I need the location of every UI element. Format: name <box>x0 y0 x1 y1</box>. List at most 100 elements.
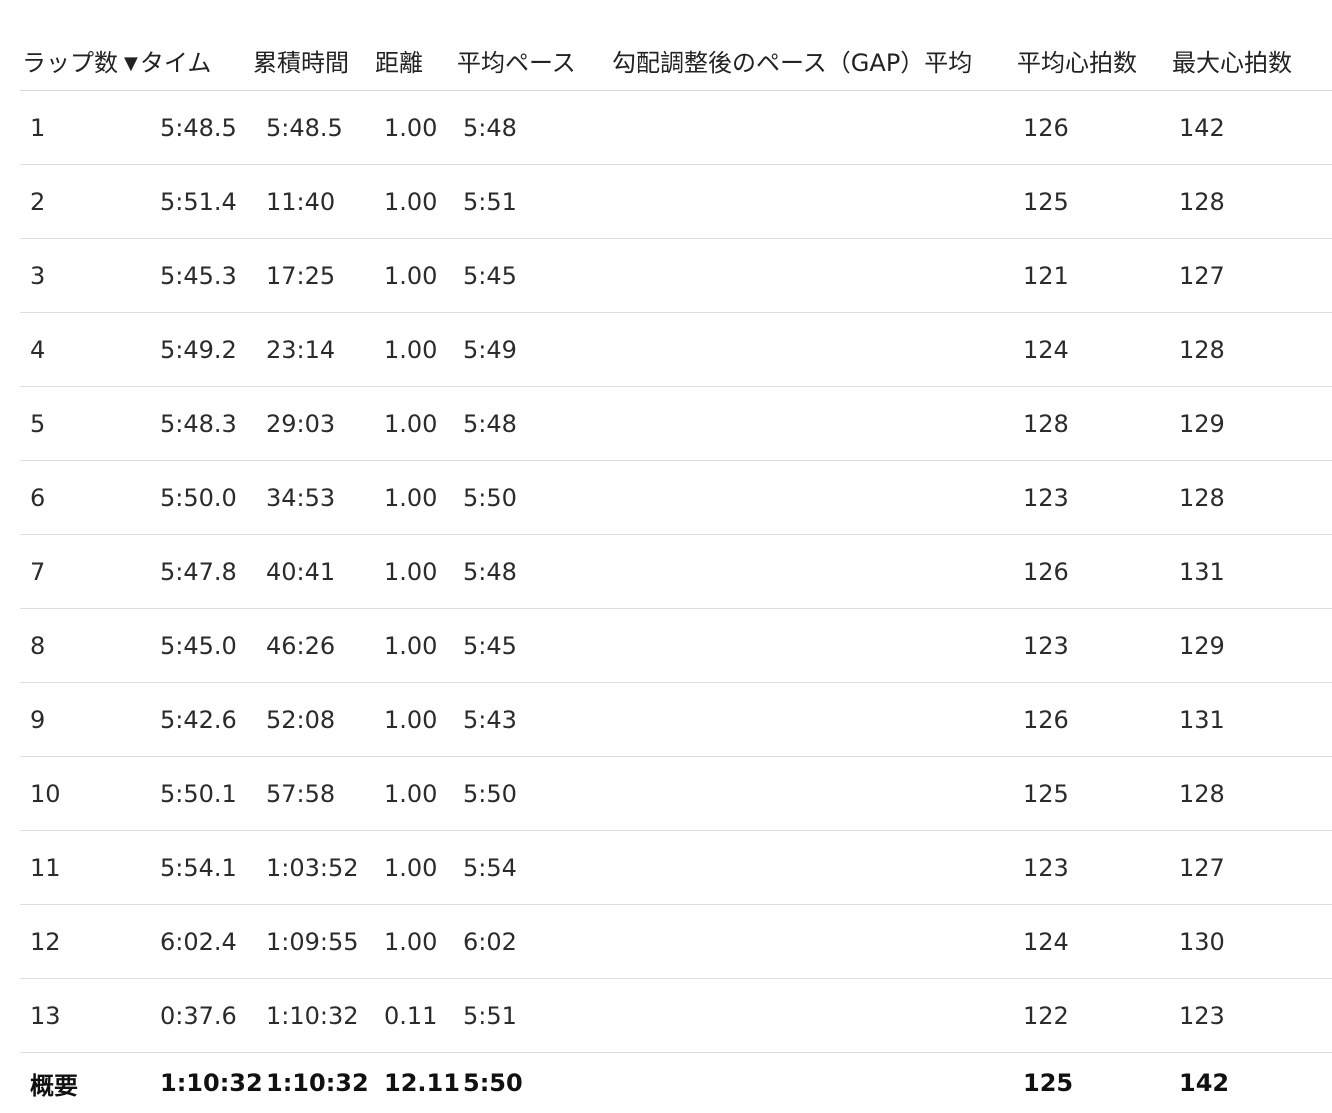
cell-cumulative: 1:09:55 <box>253 905 375 979</box>
cell-lap: 5 <box>20 387 148 461</box>
cell-cumulative: 23:14 <box>253 313 375 387</box>
column-header-avg-pace[interactable]: 平均ペース <box>457 30 612 91</box>
laps-table: ラップ数▼タイム 累積時間 距離 平均ペース 勾配調整後のペース（GAP）平均 … <box>20 30 1332 1113</box>
column-header-lap[interactable]: ラップ数 ▼タイム <box>20 30 253 91</box>
cell-cumulative: 40:41 <box>253 535 375 609</box>
column-header-time-label[interactable]: タイム <box>140 49 212 77</box>
cell-cumulative: 29:03 <box>253 387 375 461</box>
cell-lap: 10 <box>20 757 148 831</box>
summary-row: 概要 1:10:32 1:10:32 12.11 5:50 125 142 <box>20 1053 1332 1113</box>
cell-time: 6:02.4 <box>148 905 253 979</box>
laps-table-footer: 概要 1:10:32 1:10:32 12.11 5:50 125 142 <box>20 1053 1332 1113</box>
cell-lap: 1 <box>20 91 148 165</box>
table-row[interactable]: 105:50.157:581.005:50125128 <box>20 757 1332 831</box>
cell-gap-pace <box>612 757 1017 831</box>
cell-avg-hr: 126 <box>1017 535 1172 609</box>
table-row[interactable]: 25:51.411:401.005:51125128 <box>20 165 1332 239</box>
cell-lap: 7 <box>20 535 148 609</box>
cell-gap-pace <box>612 387 1017 461</box>
cell-cumulative: 46:26 <box>253 609 375 683</box>
cell-avg-hr: 126 <box>1017 683 1172 757</box>
cell-time: 5:51.4 <box>148 165 253 239</box>
cell-avg-hr: 125 <box>1017 165 1172 239</box>
table-row[interactable]: 65:50.034:531.005:50123128 <box>20 461 1332 535</box>
summary-avg-hr: 125 <box>1017 1053 1172 1113</box>
cell-lap: 3 <box>20 239 148 313</box>
table-row[interactable]: 15:48.55:48.51.005:48126142 <box>20 91 1332 165</box>
summary-avg-pace: 5:50 <box>457 1053 612 1113</box>
cell-avg-hr: 123 <box>1017 461 1172 535</box>
table-row[interactable]: 95:42.652:081.005:43126131 <box>20 683 1332 757</box>
summary-cumulative: 1:10:32 <box>253 1053 375 1113</box>
cell-time: 5:47.8 <box>148 535 253 609</box>
cell-max-hr: 128 <box>1172 757 1332 831</box>
table-row[interactable]: 115:54.11:03:521.005:54123127 <box>20 831 1332 905</box>
cell-cumulative: 5:48.5 <box>253 91 375 165</box>
cell-avg-hr: 123 <box>1017 609 1172 683</box>
column-header-gap-pace[interactable]: 勾配調整後のペース（GAP）平均 <box>612 30 1017 91</box>
column-header-cumulative[interactable]: 累積時間 <box>253 30 375 91</box>
cell-distance: 1.00 <box>375 461 457 535</box>
cell-avg-pace: 5:48 <box>457 535 612 609</box>
table-row[interactable]: 45:49.223:141.005:49124128 <box>20 313 1332 387</box>
cell-time: 5:45.3 <box>148 239 253 313</box>
cell-avg-pace: 5:54 <box>457 831 612 905</box>
table-row[interactable]: 126:02.41:09:551.006:02124130 <box>20 905 1332 979</box>
header-row: ラップ数▼タイム 累積時間 距離 平均ペース 勾配調整後のペース（GAP）平均 … <box>20 30 1332 91</box>
cell-avg-pace: 5:48 <box>457 387 612 461</box>
column-header-avg-hr[interactable]: 平均心拍数 <box>1017 30 1172 91</box>
cell-avg-pace: 5:50 <box>457 461 612 535</box>
cell-gap-pace <box>612 91 1017 165</box>
cell-time: 5:45.0 <box>148 609 253 683</box>
cell-avg-pace: 5:49 <box>457 313 612 387</box>
laps-table-body: 15:48.55:48.51.005:4812614225:51.411:401… <box>20 91 1332 1053</box>
cell-avg-hr: 123 <box>1017 831 1172 905</box>
cell-avg-hr: 128 <box>1017 387 1172 461</box>
cell-time: 5:48.5 <box>148 91 253 165</box>
cell-lap: 9 <box>20 683 148 757</box>
cell-lap: 6 <box>20 461 148 535</box>
cell-max-hr: 129 <box>1172 387 1332 461</box>
cell-max-hr: 128 <box>1172 313 1332 387</box>
cell-avg-pace: 5:51 <box>457 165 612 239</box>
cell-distance: 1.00 <box>375 387 457 461</box>
cell-max-hr: 128 <box>1172 165 1332 239</box>
table-row[interactable]: 35:45.317:251.005:45 121127 <box>20 239 1332 313</box>
cell-avg-pace: 5:50 <box>457 757 612 831</box>
cell-avg-hr: 122 <box>1017 979 1172 1053</box>
cell-gap-pace <box>612 979 1017 1053</box>
cell-gap-pace <box>612 461 1017 535</box>
table-row[interactable]: 55:48.329:031.005:48128129 <box>20 387 1332 461</box>
cell-time: 5:42.6 <box>148 683 253 757</box>
cell-avg-hr: 124 <box>1017 313 1172 387</box>
sort-desc-icon[interactable]: ▼ <box>124 53 138 74</box>
summary-gap-pace <box>612 1053 1017 1113</box>
cell-distance: 1.00 <box>375 91 457 165</box>
column-header-max-hr[interactable]: 最大心拍数 <box>1172 30 1332 91</box>
cell-avg-pace: 5:45 <box>457 239 612 313</box>
cell-avg-hr: 126 <box>1017 91 1172 165</box>
cell-cumulative: 1:10:32 <box>253 979 375 1053</box>
cell-max-hr: 128 <box>1172 461 1332 535</box>
table-row[interactable]: 130:37.61:10:320.115:51122123 <box>20 979 1332 1053</box>
cell-gap-pace <box>612 831 1017 905</box>
column-header-distance[interactable]: 距離 <box>375 30 457 91</box>
cell-avg-pace: 5:43 <box>457 683 612 757</box>
cell-avg-hr: 125 <box>1017 757 1172 831</box>
table-row[interactable]: 85:45.046:261.005:45123129 <box>20 609 1332 683</box>
cell-time: 0:37.6 <box>148 979 253 1053</box>
cell-max-hr: 131 <box>1172 683 1332 757</box>
cell-lap: 11 <box>20 831 148 905</box>
cell-max-hr: 127 <box>1172 239 1332 313</box>
cell-distance: 1.00 <box>375 239 457 313</box>
table-row[interactable]: 75:47.840:411.005:48126131 <box>20 535 1332 609</box>
cell-cumulative: 52:08 <box>253 683 375 757</box>
cell-time: 5:50.1 <box>148 757 253 831</box>
summary-max-hr: 142 <box>1172 1053 1332 1113</box>
cell-distance: 0.11 <box>375 979 457 1053</box>
cell-cumulative: 17:25 <box>253 239 375 313</box>
cell-distance: 1.00 <box>375 535 457 609</box>
column-header-lap-label: ラップ数 <box>22 49 118 77</box>
cell-avg-hr: 121 <box>1017 239 1172 313</box>
cell-distance: 1.00 <box>375 313 457 387</box>
